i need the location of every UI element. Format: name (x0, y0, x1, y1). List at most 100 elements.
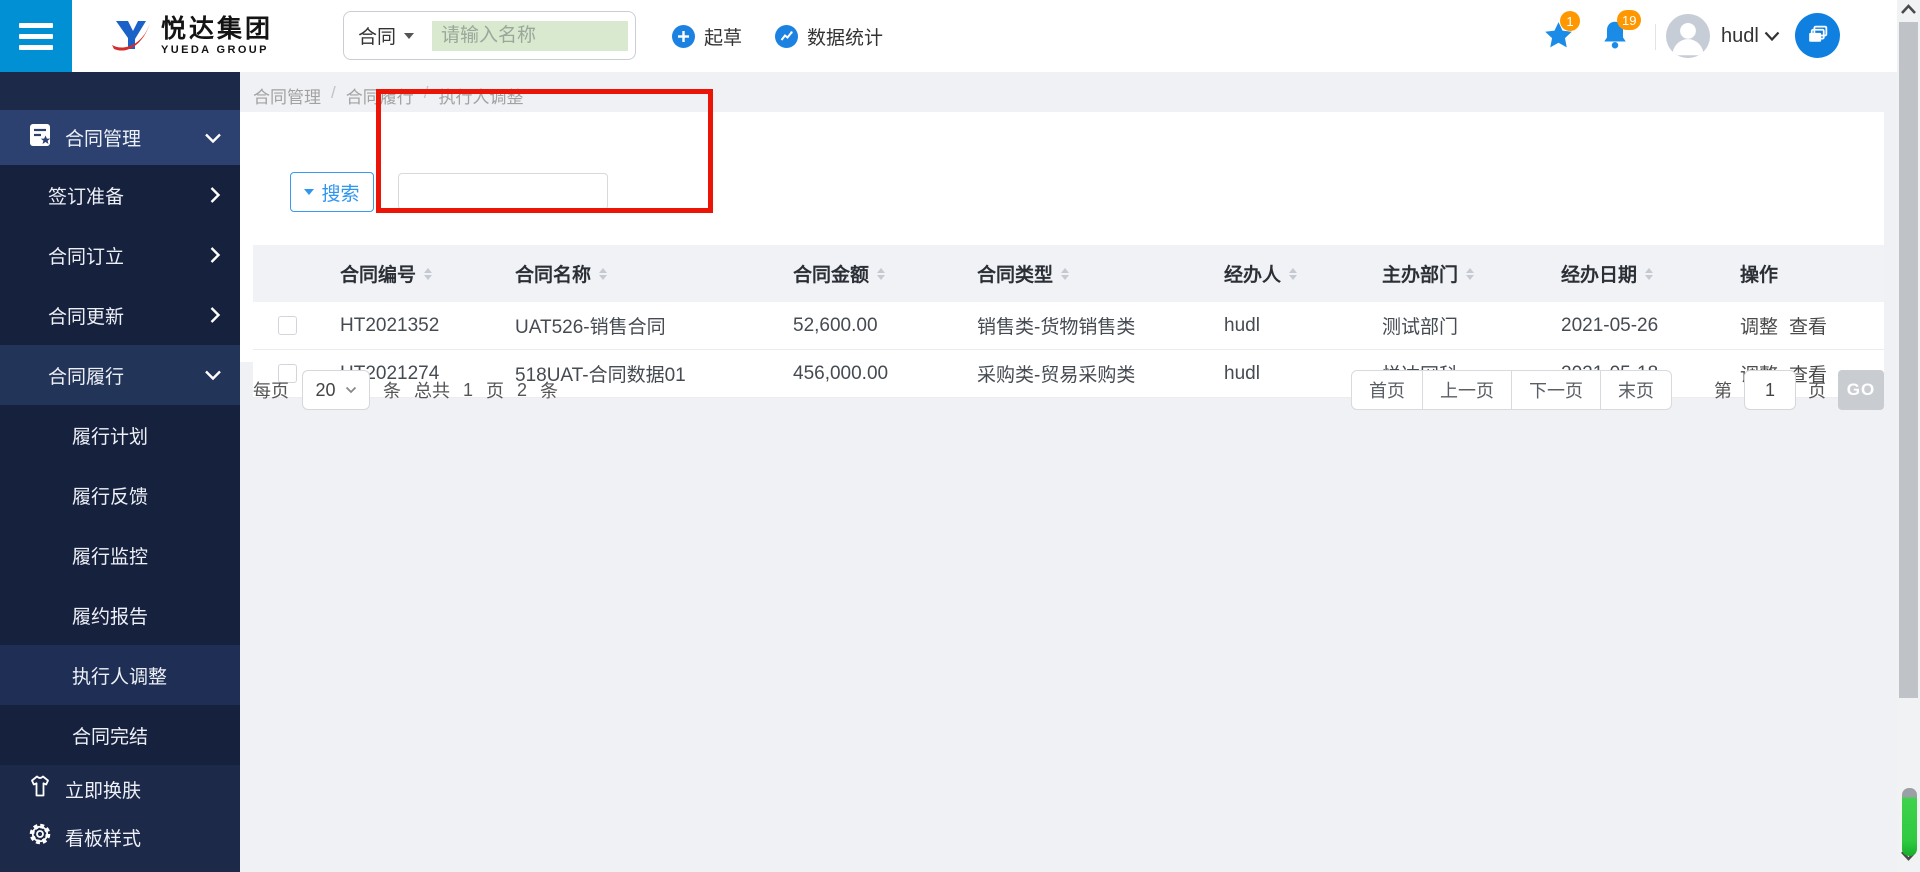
chevron-down-icon (204, 368, 222, 382)
filter-input[interactable] (398, 173, 608, 210)
cell-contract-type: 销售类-货物销售类 (977, 317, 1136, 338)
scrollbar-thumb[interactable] (1899, 22, 1918, 698)
sidebar-item-contract-creation[interactable]: 合同订立 (0, 225, 240, 285)
sidebar-item-label: 合同完结 (72, 726, 149, 748)
caret-down-icon (304, 189, 315, 195)
stats-label: 数据统计 (807, 27, 884, 49)
breadcrumb: 合同管理 / 合同履行 / 执行人调整 (253, 83, 523, 108)
sidebar-item-label: 看板样式 (65, 828, 142, 850)
notifications-button[interactable]: 19 (1600, 10, 1642, 57)
sidebar-item-change-skin[interactable]: 立即换肤 (0, 765, 240, 813)
header-contract-amount[interactable]: 合同金额 (793, 260, 977, 287)
notifications-badge: 19 (1617, 10, 1642, 30)
view-link[interactable]: 查看 (1789, 312, 1827, 339)
sidebar-item-label: 履行反馈 (72, 486, 149, 508)
logo-en-text: YUEDA GROUP (161, 44, 269, 57)
jump-prefix: 第 (1714, 381, 1732, 401)
workspace-button[interactable] (1795, 13, 1840, 58)
header-department[interactable]: 主办部门 (1382, 260, 1561, 287)
next-page-button[interactable]: 下一页 (1511, 370, 1601, 410)
sort-icon[interactable] (877, 267, 886, 280)
sidebar-item-performance-plan[interactable]: 履行计划 (0, 405, 240, 465)
cell-contract-code: HT2021352 (340, 314, 440, 336)
sort-icon[interactable] (1061, 267, 1070, 280)
adjust-link[interactable]: 调整 (1740, 312, 1778, 339)
sidebar-item-contract-performance[interactable]: 合同履行 (0, 345, 240, 405)
scrollbar-up-button[interactable] (1899, 3, 1918, 21)
sidebar-item-executor-adjust[interactable]: 执行人调整 (0, 645, 240, 705)
breadcrumb-contract-management[interactable]: 合同管理 (253, 83, 321, 108)
global-search-input[interactable] (432, 21, 628, 51)
chevron-right-icon (208, 246, 222, 264)
sort-icon[interactable] (1466, 267, 1475, 280)
breadcrumb-contract-performance[interactable]: 合同履行 (346, 83, 414, 108)
topbar-divider (1655, 24, 1656, 50)
sidebar-item-signing-prep[interactable]: 签订准备 (0, 165, 240, 225)
stats-button[interactable]: 数据统计 (775, 0, 883, 72)
sidebar-item-performance-report[interactable]: 履约报告 (0, 585, 240, 645)
cell-handle-date: 2021-05-26 (1561, 314, 1659, 336)
global-search-box: 合同 (343, 11, 636, 60)
per-page-select[interactable]: 20 (302, 370, 370, 410)
plus-circle-icon (672, 24, 695, 48)
sidebar-item-performance-monitor[interactable]: 履行监控 (0, 525, 240, 585)
row-checkbox-cell (253, 316, 340, 335)
table-row: HT2021352 UAT526-销售合同 52,600.00 销售类-货物销售… (253, 302, 1884, 350)
cell-contract-name: UAT526-销售合同 (515, 317, 666, 338)
table-header-row: 合同编号 合同名称 合同金额 合同类型 经办人 主办部门 经办日期 操作 (253, 245, 1884, 302)
chevron-right-icon (208, 186, 222, 204)
chart-circle-icon (775, 24, 798, 48)
sidebar-item-label: 合同履行 (48, 366, 125, 388)
page-button-group: 首页 上一页 下一页 末页 (1351, 370, 1672, 410)
sort-icon[interactable] (1289, 267, 1298, 280)
vertical-scrollbar (1897, 0, 1920, 872)
jump-suffix: 页 (1808, 381, 1826, 401)
chevron-down-icon (345, 386, 356, 394)
sort-icon[interactable] (424, 267, 433, 280)
hamburger-menu-icon[interactable] (0, 0, 72, 72)
sidebar-item-performance-feedback[interactable]: 履行反馈 (0, 465, 240, 525)
sidebar-item-contract-management[interactable]: 合同管理 (0, 110, 240, 165)
header-handle-date[interactable]: 经办日期 (1561, 260, 1740, 287)
records-unit: 条 (540, 381, 559, 401)
contract-doc-icon (27, 122, 53, 154)
green-indicator (1902, 788, 1917, 856)
search-category-dropdown[interactable]: 合同 (358, 12, 415, 59)
pagination-controls: 首页 上一页 下一页 末页 第 页 GO (1351, 370, 1884, 410)
tshirt-icon (27, 773, 53, 805)
logo-icon (108, 11, 154, 62)
header-contract-code[interactable]: 合同编号 (340, 260, 515, 287)
header-handler[interactable]: 经办人 (1224, 260, 1382, 287)
per-page-value: 20 (315, 379, 336, 400)
go-button[interactable]: GO (1838, 370, 1884, 410)
favorites-button[interactable]: 1 (1543, 11, 1580, 56)
sidebar-item-label: 执行人调整 (72, 666, 168, 688)
header-actions: 操作 (1740, 265, 1779, 286)
draft-button[interactable]: 起草 (672, 0, 742, 72)
sidebar-item-label: 签订准备 (48, 186, 125, 208)
chevron-down-icon (1764, 31, 1780, 41)
sidebar-item-contract-update[interactable]: 合同更新 (0, 285, 240, 345)
user-menu[interactable]: hudl (1721, 0, 1780, 72)
sort-icon[interactable] (599, 267, 608, 280)
header-contract-name[interactable]: 合同名称 (515, 260, 793, 287)
search-toggle-button[interactable]: 搜索 (290, 172, 374, 212)
cell-contract-amount: 52,600.00 (793, 314, 878, 336)
sidebar-item-label: 合同管理 (65, 129, 142, 150)
sort-icon[interactable] (1645, 267, 1654, 280)
sidebar-item-board-style[interactable]: 看板样式 (0, 813, 240, 861)
total-prefix: 总共 (414, 381, 450, 401)
breadcrumb-separator: / (331, 83, 336, 102)
cell-department: 测试部门 (1382, 317, 1459, 338)
layers-icon (1809, 25, 1828, 42)
breadcrumb-separator: / (423, 83, 429, 102)
header-contract-type[interactable]: 合同类型 (977, 260, 1224, 287)
first-page-button[interactable]: 首页 (1351, 370, 1423, 410)
jump-page-input[interactable] (1744, 370, 1796, 410)
prev-page-button[interactable]: 上一页 (1422, 370, 1512, 410)
sidebar-item-contract-finish[interactable]: 合同完结 (0, 705, 240, 765)
chevron-down-icon (204, 131, 222, 145)
avatar[interactable] (1666, 14, 1710, 58)
row-checkbox[interactable] (278, 316, 297, 335)
last-page-button[interactable]: 末页 (1600, 370, 1672, 410)
